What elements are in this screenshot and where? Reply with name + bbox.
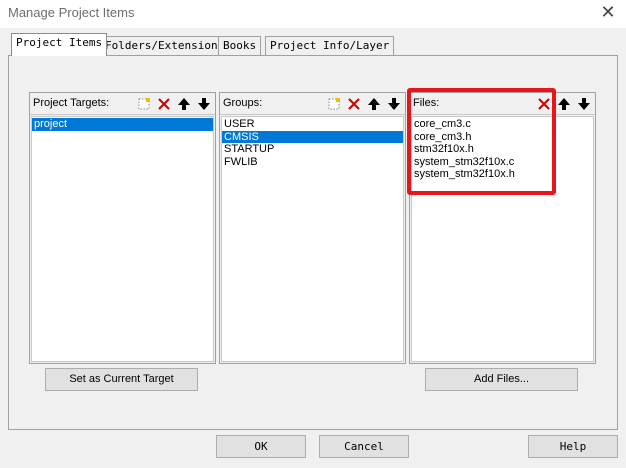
list-item[interactable]: STARTUP xyxy=(222,143,403,156)
list-item[interactable]: FWLIB xyxy=(222,156,403,169)
panel-label: Groups: xyxy=(223,97,263,109)
move-down-icon[interactable] xyxy=(195,95,213,113)
move-down-icon[interactable] xyxy=(385,95,403,113)
panel-toolbar xyxy=(135,95,213,113)
panel-header: Project Targets: xyxy=(30,93,215,115)
tab-label: Project Info/Layer xyxy=(270,39,390,52)
files-panel: Files: core_cm3.c core_cm3.h stm32f10x.h… xyxy=(409,92,596,364)
panel-header: Files: xyxy=(410,93,595,115)
list-item[interactable]: project xyxy=(32,118,213,131)
new-icon[interactable] xyxy=(325,95,343,113)
panel-toolbar xyxy=(535,95,593,113)
move-up-icon[interactable] xyxy=(365,95,383,113)
title-bar: Manage Project Items ✕ xyxy=(0,0,626,28)
project-targets-panel: Project Targets: project xyxy=(29,92,216,364)
add-files-button[interactable]: Add Files... xyxy=(425,368,578,391)
panel-header: Groups: xyxy=(220,93,405,115)
panel-label: Files: xyxy=(413,97,440,109)
new-icon[interactable] xyxy=(135,95,153,113)
move-up-icon[interactable] xyxy=(555,95,573,113)
close-icon[interactable]: ✕ xyxy=(598,2,618,22)
list-item[interactable]: core_cm3.c xyxy=(412,118,593,131)
delete-icon[interactable] xyxy=(345,95,363,113)
tab-project-items[interactable]: Project Items xyxy=(11,33,108,56)
cancel-button[interactable]: Cancel xyxy=(319,435,409,458)
ok-button[interactable]: OK xyxy=(216,435,306,458)
move-down-icon[interactable] xyxy=(575,95,593,113)
tab-label: Books xyxy=(223,39,257,52)
tab-label: Project Items xyxy=(16,36,103,49)
set-as-current-target-button[interactable]: Set as Current Target xyxy=(45,368,198,391)
targets-list[interactable]: project xyxy=(31,116,214,362)
tab-folders-extensions[interactable]: Folders/Extensions xyxy=(100,36,230,56)
list-item[interactable]: CMSIS xyxy=(222,130,403,143)
tab-books[interactable]: Books xyxy=(218,36,262,56)
tab-project-info-layer[interactable]: Project Info/Layer xyxy=(265,36,395,56)
tab-label: Folders/Extensions xyxy=(105,39,225,52)
groups-list[interactable]: USER CMSIS STARTUP FWLIB xyxy=(221,116,404,362)
help-button[interactable]: Help xyxy=(528,435,618,458)
delete-icon[interactable] xyxy=(535,95,553,113)
list-item[interactable]: USER xyxy=(222,118,403,131)
groups-panel: Groups: USER CMSIS STARTUP FWLIB xyxy=(219,92,406,364)
list-item[interactable]: core_cm3.h xyxy=(412,131,593,144)
panel-label: Project Targets: xyxy=(33,97,110,109)
list-item[interactable]: system_stm32f10x.c xyxy=(412,156,593,169)
list-item[interactable]: system_stm32f10x.h xyxy=(412,168,593,181)
files-list[interactable]: core_cm3.c core_cm3.h stm32f10x.h system… xyxy=(411,116,594,362)
window-title: Manage Project Items xyxy=(8,5,135,20)
list-item[interactable]: stm32f10x.h xyxy=(412,143,593,156)
move-up-icon[interactable] xyxy=(175,95,193,113)
delete-icon[interactable] xyxy=(155,95,173,113)
panel-toolbar xyxy=(325,95,403,113)
